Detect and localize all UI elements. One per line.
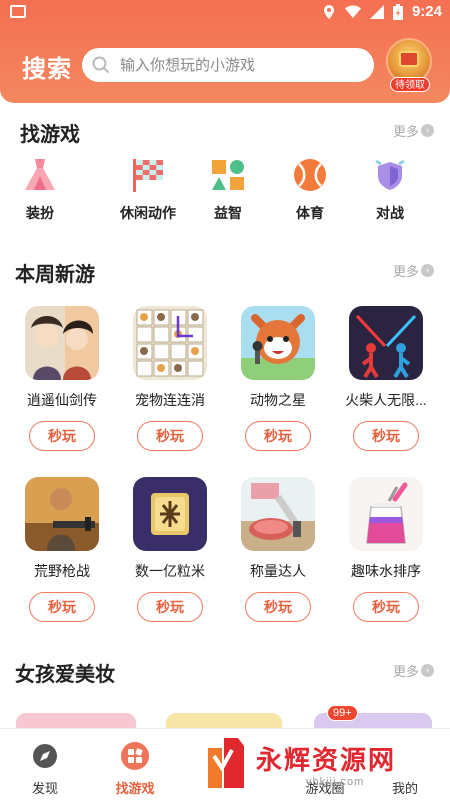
play-button[interactable]: 秒玩 — [29, 421, 95, 451]
category-label: 益智 — [214, 205, 242, 221]
game-name: 火柴人无限... — [345, 392, 427, 408]
beauty-more-link[interactable]: 更多 › — [393, 661, 435, 680]
shapes-icon — [212, 160, 244, 190]
game-card[interactable]: 动物之星 秒玩 — [228, 306, 328, 451]
search-icon — [92, 56, 110, 74]
location-icon — [323, 4, 334, 19]
category-label: 休闲动作 — [120, 205, 176, 221]
game-card[interactable]: 荒野枪战 秒玩 — [12, 477, 112, 622]
dress-icon — [25, 159, 55, 190]
search-input[interactable] — [120, 50, 360, 80]
game-icon-count-rice — [133, 477, 207, 551]
status-time: 9:24 — [411, 3, 442, 20]
play-button[interactable]: 秒玩 — [353, 592, 419, 622]
chevron-right-icon: › — [421, 264, 435, 277]
gift-box-icon — [399, 51, 419, 67]
play-button[interactable]: 秒玩 — [245, 592, 311, 622]
watermark-url: yhkjjj.com — [306, 776, 365, 788]
wifi-icon — [344, 5, 361, 18]
battery-icon — [392, 3, 403, 20]
category-dress[interactable]: 装扮 — [0, 156, 80, 223]
game-icon-wild-gunfight — [25, 477, 99, 551]
play-button[interactable]: 秒玩 — [353, 421, 419, 451]
category-puzzle[interactable]: 益智 — [188, 156, 268, 223]
game-card[interactable]: 称量达人 秒玩 — [228, 477, 328, 622]
game-icon-xiaoyao — [25, 306, 99, 380]
gallery-icon — [10, 5, 26, 18]
game-name: 宠物连连消 — [135, 392, 205, 408]
tab-discover[interactable]: 发现 — [5, 741, 85, 797]
game-icon-weighing — [241, 477, 315, 551]
game-name: 荒野枪战 — [34, 563, 90, 579]
game-card[interactable]: 逍遥仙剑传 秒玩 — [12, 306, 112, 451]
more-label: 更多 — [393, 124, 420, 139]
game-icon-stickman — [349, 306, 423, 380]
watermark-text: 永辉资源网 — [256, 746, 397, 776]
play-button[interactable]: 秒玩 — [29, 592, 95, 622]
category-label: 装扮 — [26, 205, 54, 221]
watermark-logo-icon — [208, 738, 244, 788]
tab-label: 找游戏 — [115, 781, 155, 796]
more-label: 更多 — [393, 664, 420, 679]
page-title: 搜索 — [22, 56, 72, 83]
game-name: 逍遥仙剑传 — [27, 392, 97, 408]
find-more-link[interactable]: 更多 › — [393, 121, 435, 140]
tab-label: 发现 — [31, 781, 58, 796]
category-label: 对战 — [376, 205, 404, 221]
game-name: 称量达人 — [250, 563, 306, 579]
game-name: 动物之星 — [250, 392, 306, 408]
game-card[interactable]: 数一亿粒米 秒玩 — [120, 477, 220, 622]
watermark: 永辉资源网 yhkjjj.com — [198, 728, 450, 800]
ball-icon — [294, 159, 326, 191]
status-bar: 9:24 — [0, 0, 450, 26]
beauty-section-title: 女孩爱美妆 — [15, 664, 115, 686]
weekly-more-link[interactable]: 更多 › — [393, 261, 435, 280]
tab-find-games[interactable]: 找游戏 — [95, 741, 175, 797]
search-bar[interactable] — [82, 48, 374, 82]
game-tiles-icon — [121, 742, 149, 770]
game-icon-pet-link — [133, 306, 207, 380]
compass-icon — [33, 744, 57, 768]
category-battle[interactable]: 对战 — [350, 156, 430, 223]
game-icon-animal-star — [241, 306, 315, 380]
category-row: 装扮 休闲动作 益智 体育 对战 — [0, 156, 450, 226]
signal-icon — [369, 4, 384, 19]
game-name: 数一亿粒米 — [135, 563, 205, 579]
notification-badge: 99+ — [327, 705, 358, 721]
gift-badge: 待领取 — [390, 77, 430, 92]
chevron-right-icon: › — [421, 664, 435, 677]
play-button[interactable]: 秒玩 — [137, 421, 203, 451]
play-button[interactable]: 秒玩 — [137, 592, 203, 622]
category-label: 体育 — [296, 205, 324, 221]
play-button[interactable]: 秒玩 — [245, 421, 311, 451]
header: 9:24 搜索 待领取 — [0, 0, 450, 103]
game-card[interactable]: 宠物连连消 秒玩 — [120, 306, 220, 451]
game-card[interactable]: 趣味水排序 秒玩 — [336, 477, 436, 622]
game-name: 趣味水排序 — [351, 563, 421, 579]
chevron-right-icon: › — [421, 124, 435, 137]
shield-icon — [375, 159, 405, 190]
more-label: 更多 — [393, 264, 420, 279]
category-casual-action[interactable]: 休闲动作 — [108, 156, 188, 223]
category-sports[interactable]: 体育 — [270, 156, 350, 223]
find-section-title: 找游戏 — [20, 124, 80, 146]
flag-icon — [133, 159, 163, 192]
game-card[interactable]: 火柴人无限... 秒玩 — [336, 306, 436, 451]
game-icon-water-sort — [349, 477, 423, 551]
weekly-section-title: 本周新游 — [15, 264, 95, 286]
